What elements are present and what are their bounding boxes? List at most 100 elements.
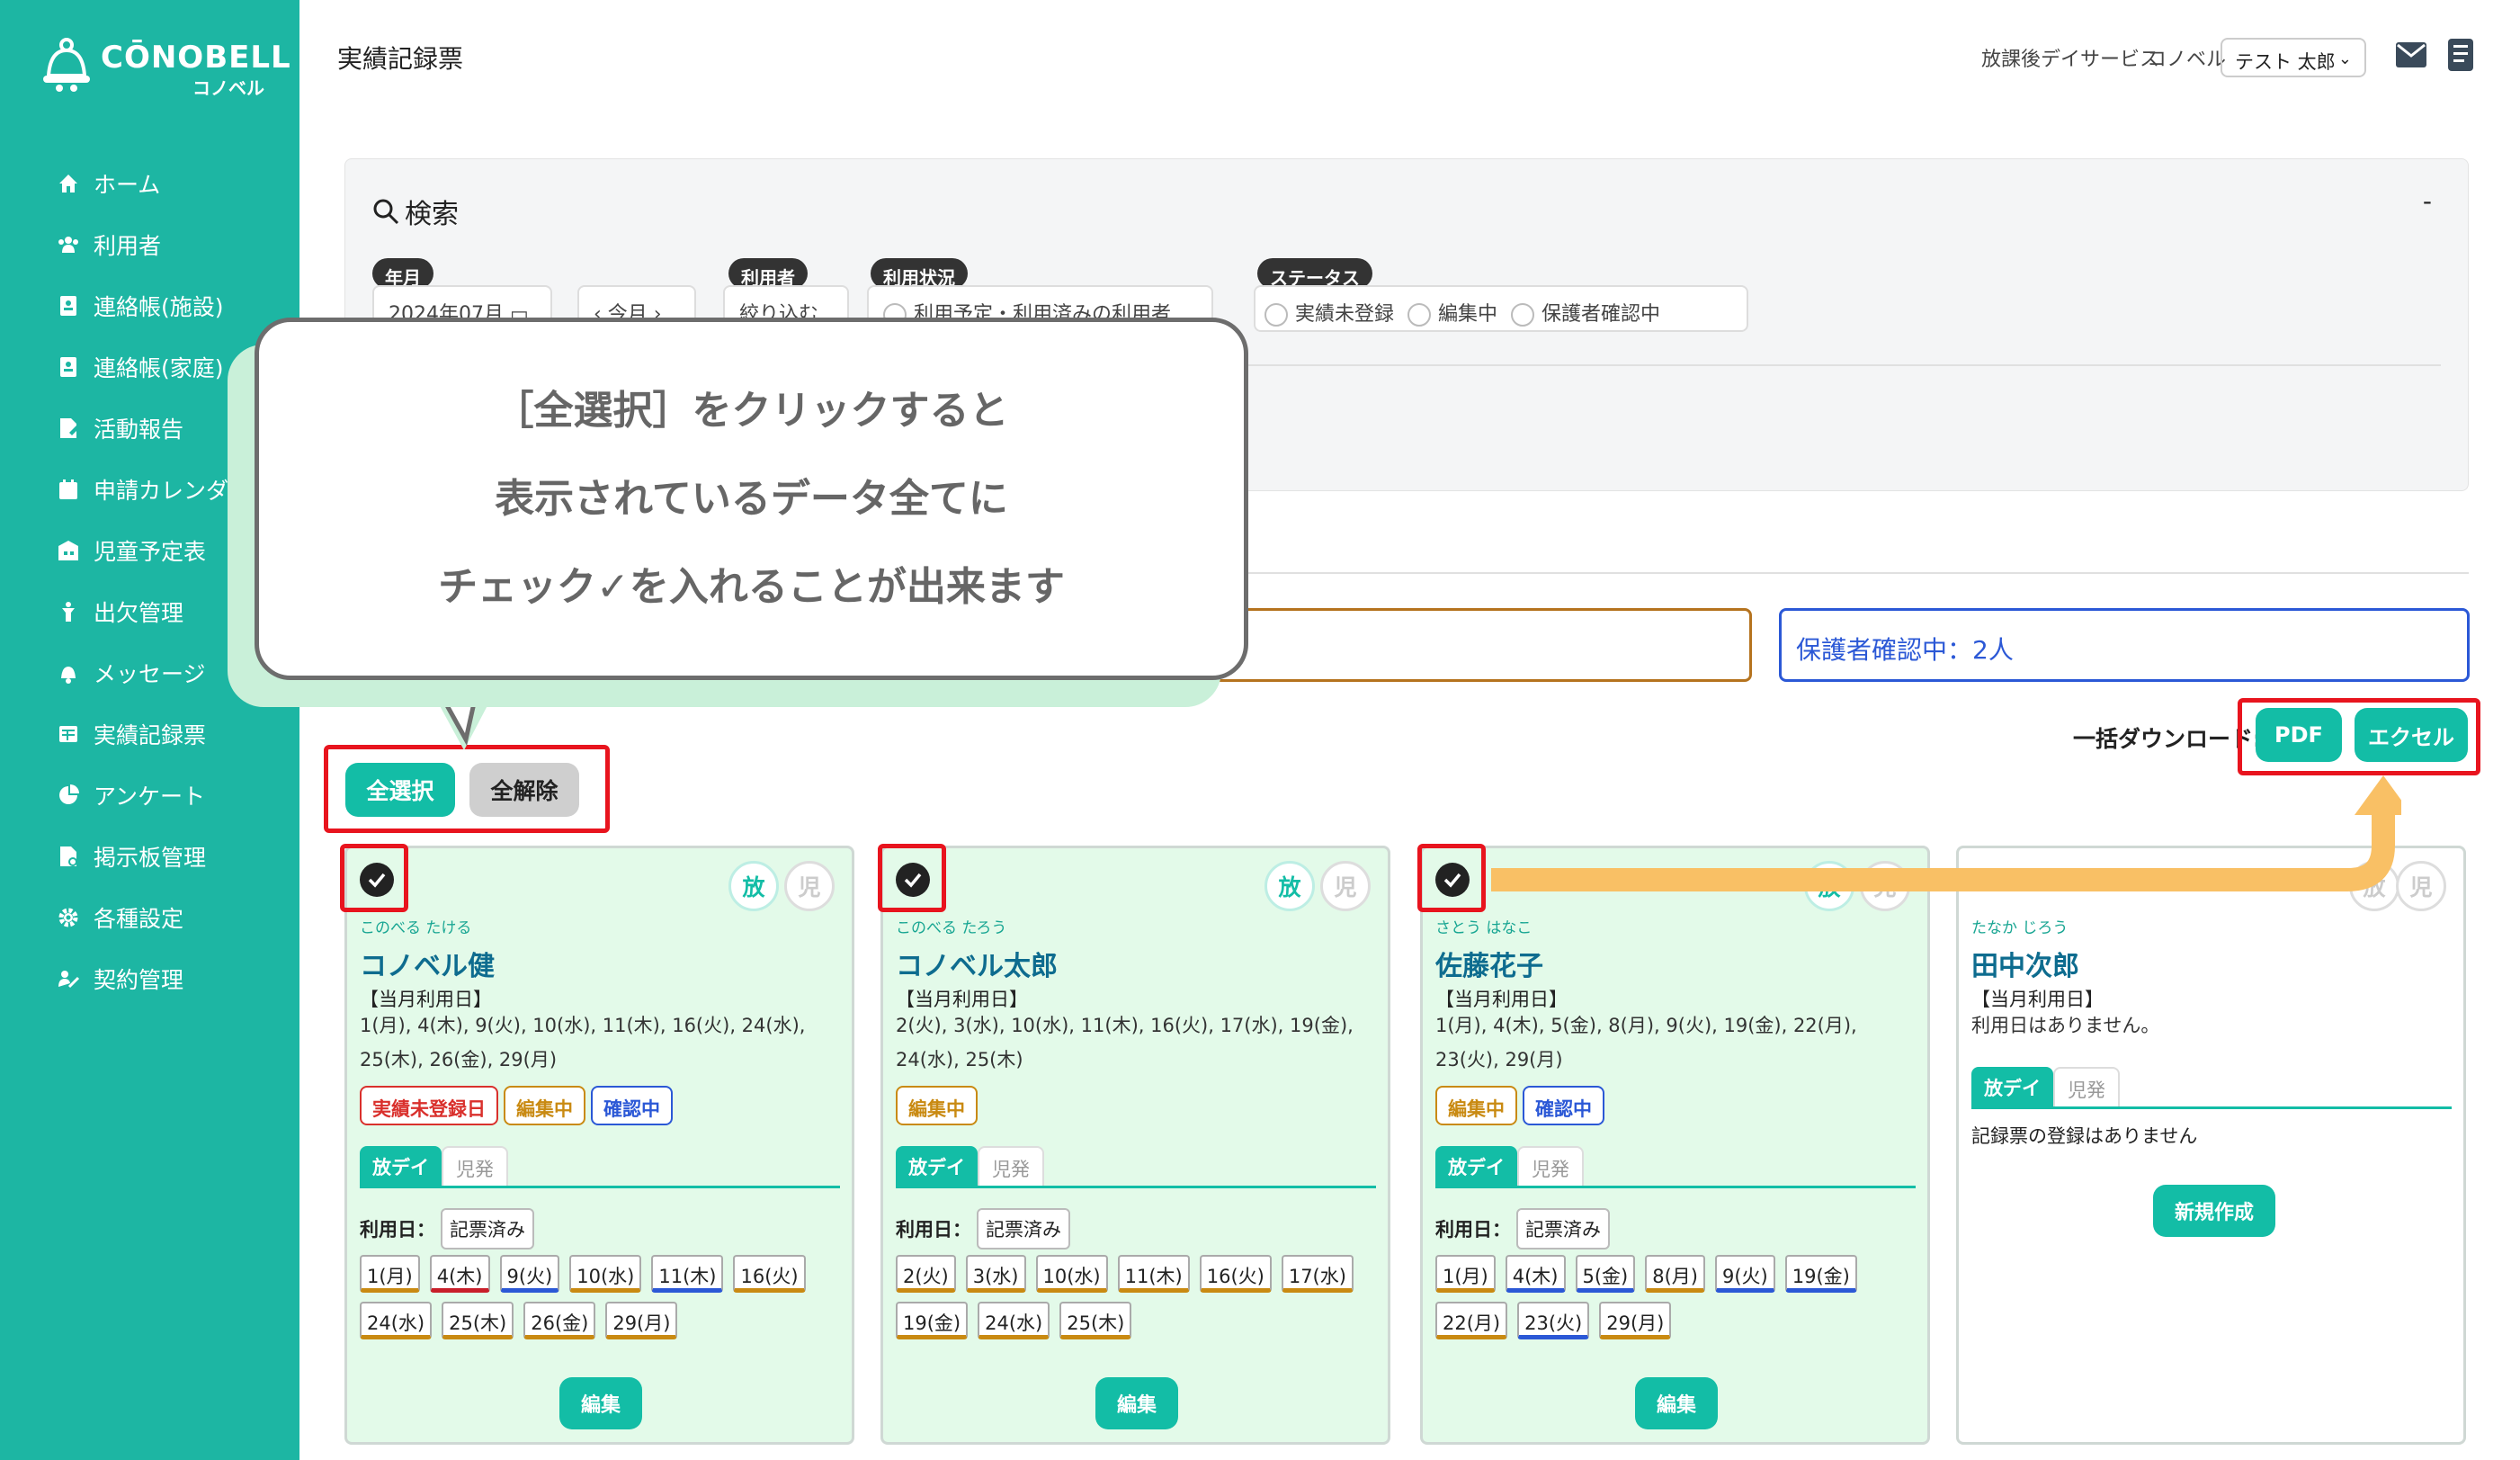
new-record-button[interactable]: 新規作成 bbox=[2153, 1185, 2275, 1237]
sidebar-item[interactable]: アンケート bbox=[0, 765, 299, 826]
tab-houdei[interactable]: 放デイ bbox=[360, 1146, 442, 1186]
day-chip[interactable]: 23(火) bbox=[1517, 1302, 1590, 1339]
day-chip[interactable]: 22(月) bbox=[1435, 1302, 1508, 1339]
service-name: 放課後デイサービス bbox=[1981, 49, 2160, 71]
day-chip[interactable]: 29(月) bbox=[1599, 1302, 1672, 1339]
sidebar-item[interactable]: 利用者 bbox=[0, 214, 299, 275]
sidebar-item-label: 連絡帳(家庭) bbox=[94, 355, 224, 381]
day-chip[interactable]: 1(月) bbox=[1435, 1255, 1496, 1293]
day-chip[interactable]: 9(火) bbox=[499, 1255, 560, 1293]
tab-jihatsu[interactable]: 児発 bbox=[2053, 1067, 2120, 1106]
tab-houdei[interactable]: 放デイ bbox=[896, 1146, 978, 1186]
status-tag[interactable]: 実績未登録日 bbox=[360, 1086, 498, 1125]
user-select[interactable]: テスト 太郎 ⌄ bbox=[2221, 38, 2366, 77]
mail-icon[interactable] bbox=[2395, 41, 2427, 68]
tab-jihatsu[interactable]: 児発 bbox=[1517, 1146, 1584, 1186]
day-chip[interactable]: 1(月) bbox=[360, 1255, 420, 1293]
record-line: 利用日： 記票済み bbox=[1435, 1208, 1610, 1250]
tab-jihatsu[interactable]: 児発 bbox=[978, 1146, 1044, 1186]
day-chip[interactable]: 10(水) bbox=[569, 1255, 642, 1293]
day-chip[interactable]: 25(木) bbox=[442, 1302, 514, 1339]
day-chip[interactable]: 9(火) bbox=[1715, 1255, 1775, 1293]
callout-line: チェック✓を入れることが出来ます bbox=[438, 564, 1065, 610]
day-chip[interactable]: 26(金) bbox=[523, 1302, 596, 1339]
day-chip[interactable]: 24(水) bbox=[360, 1302, 433, 1339]
sidebar-item-label: 利用者 bbox=[94, 233, 162, 259]
arrow-icon bbox=[1491, 775, 2401, 891]
sidebar-item[interactable]: ホーム bbox=[0, 153, 299, 214]
brand-logo[interactable]: CŌNOBELL コノベル bbox=[40, 32, 290, 104]
gear-icon bbox=[54, 903, 83, 932]
status-tag[interactable]: 確認中 bbox=[591, 1086, 673, 1125]
day-chip[interactable]: 5(金) bbox=[1575, 1255, 1636, 1293]
edit-button[interactable]: 編集 bbox=[1635, 1377, 1718, 1429]
chevron-down-icon: ⌄ bbox=[2337, 49, 2352, 68]
sidebar-item-label: 契約管理 bbox=[94, 967, 184, 993]
status-option[interactable]: 編集中 bbox=[1407, 303, 1497, 327]
sidebar-item[interactable]: 実績記録票 bbox=[0, 703, 299, 765]
day-chip[interactable]: 16(火) bbox=[1199, 1255, 1272, 1293]
day-chip[interactable]: 19(金) bbox=[1784, 1255, 1857, 1293]
facility-name: コノベル bbox=[2147, 49, 2227, 71]
status-summary-editing[interactable] bbox=[1169, 608, 1752, 682]
day-chip[interactable]: 19(金) bbox=[896, 1302, 969, 1339]
sidebar-item-label: 掲示板管理 bbox=[94, 845, 207, 871]
tab-jihatsu[interactable]: 児発 bbox=[442, 1146, 508, 1186]
day-chip[interactable]: 29(月) bbox=[605, 1302, 678, 1339]
search-icon bbox=[373, 199, 399, 225]
sidebar-item[interactable]: 掲示板管理 bbox=[0, 826, 299, 887]
status-tag[interactable]: 確認中 bbox=[1523, 1086, 1604, 1125]
sidebar-item-label: 出欠管理 bbox=[94, 600, 184, 626]
search-header[interactable]: 検索 bbox=[372, 192, 459, 231]
sidebar-item[interactable]: 契約管理 bbox=[0, 948, 299, 1009]
status-option[interactable]: 保護者確認中 bbox=[1511, 303, 1660, 327]
use-date-label: 利用日： bbox=[1435, 1219, 1511, 1241]
user-name[interactable]: コノベル健 bbox=[360, 944, 495, 983]
radio-icon bbox=[1264, 303, 1288, 327]
bulk-download-label: 一括ダウンロード: bbox=[2073, 726, 2262, 752]
day-chip[interactable]: 4(木) bbox=[1505, 1255, 1566, 1293]
status-tag[interactable]: 編集中 bbox=[896, 1086, 978, 1125]
day-chip[interactable]: 3(水) bbox=[965, 1255, 1026, 1293]
day-chip[interactable]: 17(水) bbox=[1281, 1255, 1354, 1293]
collapse-button[interactable]: - bbox=[2423, 186, 2432, 216]
use-date-label: 利用日： bbox=[360, 1219, 435, 1241]
status-summary-confirm[interactable]: 保護者確認中：2人 bbox=[1779, 608, 2470, 682]
day-chip[interactable]: 11(木) bbox=[1117, 1255, 1190, 1293]
status-option[interactable]: 実績未登録 bbox=[1264, 303, 1394, 327]
day-chip[interactable]: 11(木) bbox=[651, 1255, 724, 1293]
user-kana: たなか じろう bbox=[1971, 919, 2069, 937]
report-icon bbox=[54, 414, 83, 443]
status-tag[interactable]: 編集中 bbox=[1435, 1086, 1517, 1125]
sidebar-item[interactable]: 各種設定 bbox=[0, 887, 299, 948]
sidebar-item[interactable]: 連絡帳(施設) bbox=[0, 275, 299, 336]
manual-icon[interactable] bbox=[2447, 38, 2474, 72]
radio-icon bbox=[1511, 303, 1535, 327]
brand-name: CŌNOBELL bbox=[101, 40, 291, 76]
day-chip[interactable]: 25(木) bbox=[1059, 1302, 1132, 1339]
recorded-legend: 記票済み bbox=[977, 1208, 1070, 1250]
user-name[interactable]: 佐藤花子 bbox=[1435, 944, 1543, 983]
day-chip[interactable]: 24(水) bbox=[978, 1302, 1050, 1339]
usage-days: 利用日はありません。 bbox=[1971, 1015, 2160, 1036]
tab-houdei[interactable]: 放デイ bbox=[1971, 1067, 2053, 1106]
service-tabs: 放デイ 児発 bbox=[360, 1145, 840, 1188]
edit-button[interactable]: 編集 bbox=[1095, 1377, 1178, 1429]
day-chip[interactable]: 16(火) bbox=[733, 1255, 806, 1293]
status-tags: 編集中 確認中 bbox=[1435, 1086, 1604, 1125]
usage-days: 2(火), 3(水), 10(水), 11(木), 16(火), 17(水), … bbox=[896, 1015, 1354, 1070]
status-filter-label: ステータス bbox=[1257, 258, 1372, 289]
user-name[interactable]: コノベル太郎 bbox=[896, 944, 1058, 983]
user-name[interactable]: 田中次郎 bbox=[1971, 944, 2079, 983]
tab-houdei[interactable]: 放デイ bbox=[1435, 1146, 1517, 1186]
sidebar-item-label: 申請カレンダー bbox=[94, 478, 252, 504]
day-chip[interactable]: 8(月) bbox=[1645, 1255, 1705, 1293]
day-grid: 1(月) 4(木) 9(火) 10(水) 11(木) 16(火) 24(水) 25(木) 26(… bbox=[360, 1255, 845, 1339]
status-tag[interactable]: 編集中 bbox=[504, 1086, 585, 1125]
day-chip[interactable]: 10(水) bbox=[1035, 1255, 1108, 1293]
callout-line: ［全選択］をクリックすると bbox=[494, 388, 1009, 434]
edit-button[interactable]: 編集 bbox=[559, 1377, 642, 1429]
day-chip[interactable]: 2(火) bbox=[896, 1255, 956, 1293]
day-chip[interactable]: 4(木) bbox=[429, 1255, 490, 1293]
recorded-legend: 記票済み bbox=[1516, 1208, 1610, 1250]
